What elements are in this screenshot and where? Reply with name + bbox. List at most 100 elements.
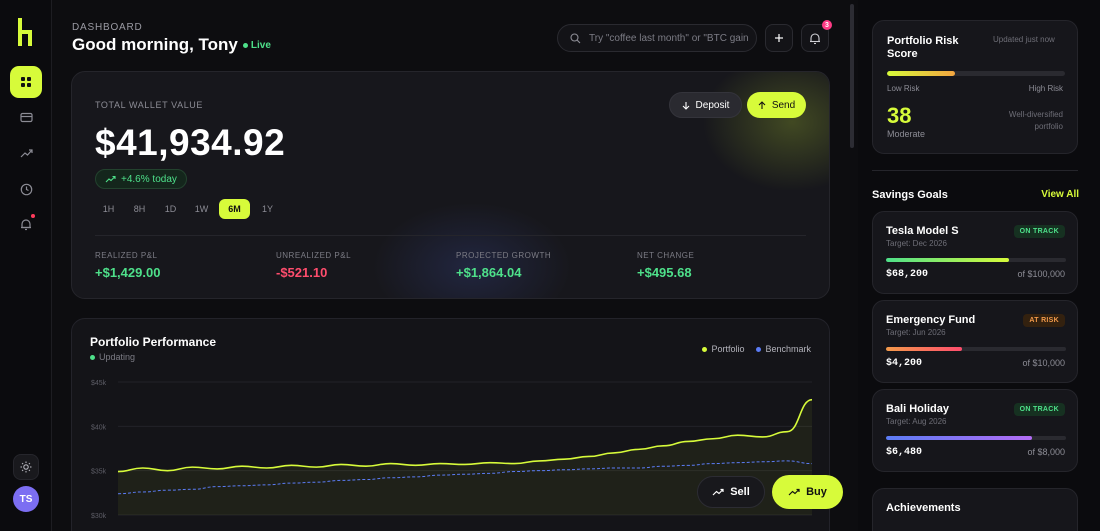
notification-badge: 3 <box>822 20 832 30</box>
risk-score-value: 38 <box>887 103 912 128</box>
y-tick-label: $40k <box>91 424 107 431</box>
sell-button[interactable]: Sell <box>697 476 765 508</box>
wallet-card: TOTAL WALLET VALUE $41,934.92 +4.6% toda… <box>71 71 830 299</box>
y-tick-label: $35k <box>91 469 107 476</box>
legend-dot-icon <box>756 346 762 352</box>
time-range-selector: 1H 8H 1D 1W 6M 1Y <box>95 199 281 219</box>
risk-updated: Updated just now <box>993 35 1055 44</box>
goal-card-bali[interactable]: Bali Holiday Target: Aug 2026 ON TRACK $… <box>872 389 1078 472</box>
page-title: Good morning, Tony Live <box>72 35 271 55</box>
add-button[interactable] <box>765 24 793 52</box>
trend-icon <box>788 488 800 496</box>
page-eyebrow: DASHBOARD <box>72 22 143 33</box>
card-icon <box>19 112 33 122</box>
goal-target: Target: Aug 2026 <box>886 417 947 426</box>
app-logo[interactable] <box>16 16 36 48</box>
goal-card-emergency[interactable]: Emergency Fund Target: Jun 2026 AT RISK … <box>872 300 1078 383</box>
risk-level-label: Moderate <box>887 129 926 139</box>
accent-glow <box>702 72 829 192</box>
buy-label: Buy <box>806 486 827 498</box>
stat-label: PROJECTED GROWTH <box>456 251 552 260</box>
live-label: Live <box>250 39 271 51</box>
stat-label: REALIZED P&L <box>95 251 158 260</box>
sidebar-item-analytics[interactable] <box>10 137 42 169</box>
arrow-up-icon <box>758 100 766 109</box>
risk-meter <box>887 71 1065 76</box>
send-button[interactable]: Send <box>747 92 806 118</box>
goal-name: Bali Holiday <box>886 403 949 415</box>
chart-legend: Portfolio Benchmark <box>702 344 811 354</box>
sidebar: TS <box>0 0 52 531</box>
stat-label: NET CHANGE <box>637 251 695 260</box>
goal-target: Target: Jun 2026 <box>886 328 946 337</box>
performance-title: Portfolio Performance <box>90 335 217 349</box>
risk-score-card: Portfolio Risk Score Updated just now Lo… <box>872 20 1078 154</box>
goal-progress <box>886 436 1066 440</box>
theme-toggle-button[interactable] <box>13 454 39 480</box>
goal-target: Target: Dec 2026 <box>886 239 947 248</box>
greeting-text: Good morning, Tony <box>72 35 238 54</box>
goal-current: $68,200 <box>886 269 929 280</box>
goal-progress-fill <box>886 347 962 351</box>
achievements-card: Achievements <box>872 488 1078 531</box>
trend-icon <box>712 488 724 496</box>
stat-value: -$521.10 <box>276 265 328 280</box>
legend-benchmark: Benchmark <box>756 344 811 354</box>
updating-status: Updating <box>90 352 135 362</box>
achievements-title: Achievements <box>886 502 961 514</box>
main-scrollbar[interactable] <box>850 4 854 148</box>
view-all-link[interactable]: View All <box>1041 189 1079 200</box>
sidebar-item-dashboard[interactable] <box>10 66 42 98</box>
stat-unrealized: UNREALIZED P&L -$521.10 <box>276 251 351 280</box>
trend-up-icon <box>105 175 116 183</box>
search-bar[interactable] <box>557 24 757 52</box>
daily-change-badge: +4.6% today <box>95 169 187 189</box>
notifications-button[interactable]: 3 <box>801 20 832 52</box>
buy-button[interactable]: Buy <box>772 475 843 509</box>
stat-realized: REALIZED P&L +$1,429.00 <box>95 251 160 280</box>
arrow-down-icon <box>682 101 689 110</box>
sun-icon <box>20 461 32 473</box>
daily-change-text: +4.6% today <box>121 173 177 185</box>
range-8h[interactable]: 8H <box>126 199 153 219</box>
risk-meter-fill <box>887 71 955 76</box>
goal-card-tesla[interactable]: Tesla Model S Target: Dec 2026 ON TRACK … <box>872 211 1078 294</box>
sidebar-item-history[interactable] <box>10 173 42 205</box>
range-1y[interactable]: 1Y <box>254 199 281 219</box>
goal-name: Tesla Model S <box>886 225 959 237</box>
user-avatar[interactable]: TS <box>13 486 39 512</box>
sidebar-item-notifications[interactable] <box>10 208 42 240</box>
range-1w[interactable]: 1W <box>188 199 215 219</box>
range-1h[interactable]: 1H <box>95 199 122 219</box>
risk-low-label: Low Risk <box>887 84 920 93</box>
goal-total: of $100,000 <box>1017 269 1065 279</box>
status-dot-icon <box>90 354 95 360</box>
search-input[interactable] <box>589 32 749 44</box>
risk-high-label: High Risk <box>1028 84 1063 93</box>
stat-value: +$495.68 <box>637 265 692 280</box>
search-icon <box>570 32 581 43</box>
clock-icon <box>20 183 32 195</box>
legend-dot-icon <box>702 346 708 352</box>
plus-icon <box>775 34 783 42</box>
sell-label: Sell <box>730 486 750 498</box>
deposit-button[interactable]: Deposit <box>669 92 742 118</box>
grid-icon <box>21 77 31 87</box>
goal-current: $6,480 <box>886 447 923 458</box>
goal-current: $4,200 <box>886 358 923 369</box>
divider <box>95 235 806 236</box>
range-1d[interactable]: 1D <box>157 199 184 219</box>
deposit-label: Deposit <box>695 99 730 111</box>
savings-goals-title: Savings Goals <box>872 189 948 201</box>
risk-title: Portfolio Risk Score <box>887 35 959 60</box>
wallet-label: TOTAL WALLET VALUE <box>95 100 203 110</box>
risk-note: Well-diversified portfolio <box>1008 110 1063 131</box>
sidebar-item-cards[interactable] <box>10 101 42 133</box>
send-label: Send <box>771 99 796 111</box>
trend-icon <box>20 148 33 157</box>
bell-icon <box>21 218 31 230</box>
updating-label: Updating <box>99 352 136 362</box>
range-6m[interactable]: 6M <box>219 199 250 219</box>
notification-dot <box>31 214 35 218</box>
live-indicator: Live <box>242 39 271 51</box>
